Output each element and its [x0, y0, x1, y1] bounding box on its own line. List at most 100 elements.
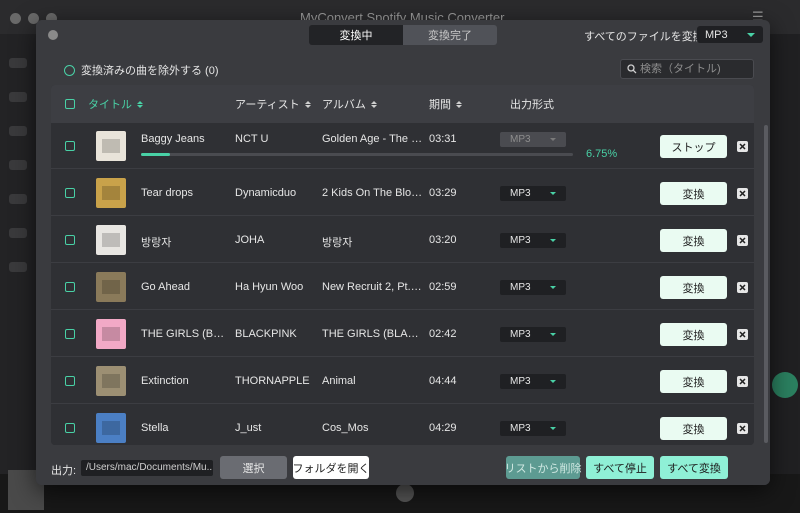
- column-header-format: 出力形式: [510, 99, 554, 111]
- remove-row-button[interactable]: [737, 141, 748, 152]
- background-play-icon: [396, 484, 414, 502]
- convert-button[interactable]: 変換: [660, 417, 727, 440]
- track-artist: Ha Hyun Woo: [235, 281, 304, 293]
- remove-row-button[interactable]: [737, 282, 748, 293]
- convert-all-button[interactable]: すべて変換: [660, 456, 728, 479]
- column-header-title[interactable]: タイトル: [88, 85, 143, 123]
- track-title: Extinction: [141, 375, 189, 387]
- table-row: Stella J_ust Cos_Mos 04:29 MP3 変換: [51, 405, 754, 445]
- track-duration: 03:31: [429, 133, 457, 145]
- row-checkbox[interactable]: [65, 376, 75, 386]
- search-box[interactable]: [620, 59, 754, 79]
- output-format-select[interactable]: MP3: [500, 280, 566, 295]
- track-artist: THORNAPPLE: [235, 375, 310, 387]
- dialog-close-icon[interactable]: [48, 30, 58, 40]
- row-checkbox[interactable]: [65, 141, 75, 151]
- convert-button[interactable]: 変換: [660, 182, 727, 205]
- remove-row-button[interactable]: [737, 188, 748, 199]
- track-album: THE GIRLS (BLACKPI...: [322, 328, 424, 340]
- track-duration: 02:59: [429, 281, 457, 293]
- stop-all-button[interactable]: すべて停止: [586, 456, 654, 479]
- row-checkbox[interactable]: [65, 188, 75, 198]
- track-title: Baggy Jeans: [141, 133, 205, 145]
- chevron-down-icon: [550, 286, 556, 289]
- output-format-value: MP3: [510, 134, 531, 145]
- output-format-select[interactable]: MP3: [500, 233, 566, 248]
- close-icon: [739, 378, 746, 385]
- output-format-value: MP3: [510, 376, 531, 387]
- chevron-down-icon: [550, 427, 556, 430]
- remove-row-button[interactable]: [737, 423, 748, 434]
- track-album: New Recruit 2, Pt. 1 (...: [322, 281, 424, 293]
- exclude-converted-radio[interactable]: [64, 64, 75, 76]
- album-art-image: [96, 413, 126, 443]
- output-format-select[interactable]: MP3: [500, 327, 566, 342]
- row-checkbox[interactable]: [65, 423, 75, 433]
- track-title: THE GIRLS (BLACK...: [141, 328, 229, 340]
- select-all-checkbox[interactable]: [65, 99, 75, 109]
- output-format-value: MP3: [510, 329, 531, 340]
- track-title: Tear drops: [141, 187, 193, 199]
- tab-converted[interactable]: 変換完了: [403, 25, 497, 45]
- output-format-value: MP3: [510, 188, 531, 199]
- conversion-progress-bar: [141, 153, 573, 156]
- exclude-converted-option[interactable]: 変換済みの曲を除外する (0): [64, 62, 219, 78]
- output-format-select[interactable]: MP3: [500, 374, 566, 389]
- chevron-down-icon: [550, 192, 556, 195]
- output-format-select[interactable]: MP3: [500, 186, 566, 201]
- track-artist: BLACKPINK: [235, 328, 297, 340]
- column-header-album[interactable]: アルバム: [322, 85, 377, 123]
- select-all-checkbox-cell[interactable]: [65, 85, 75, 123]
- row-checkbox[interactable]: [65, 282, 75, 292]
- row-checkbox[interactable]: [65, 329, 75, 339]
- convert-button[interactable]: 変換: [660, 323, 727, 346]
- table-scrollbar[interactable]: [764, 125, 768, 443]
- convert-button[interactable]: 変換: [660, 370, 727, 393]
- table-row: Tear drops Dynamicduo 2 Kids On The Block …: [51, 170, 754, 216]
- convert-button[interactable]: 変換: [660, 229, 727, 252]
- output-format-value: MP3: [510, 282, 531, 293]
- column-header-duration-label: 期間: [429, 99, 451, 111]
- table-row: 방랑자 JOHA 방랑자 03:20 MP3 変換: [51, 217, 754, 263]
- convert-all-format-select[interactable]: MP3: [697, 26, 763, 43]
- stop-button[interactable]: ストップ: [660, 135, 727, 158]
- album-art-image: [96, 366, 126, 396]
- search-icon: [627, 64, 637, 74]
- chevron-down-icon: [550, 380, 556, 383]
- track-title: 방랑자: [141, 237, 172, 249]
- close-icon: [739, 425, 746, 432]
- remove-row-button[interactable]: [737, 235, 748, 246]
- background-sidebar: [0, 34, 36, 474]
- album-art: [96, 131, 126, 161]
- remove-row-button[interactable]: [737, 329, 748, 340]
- track-duration: 02:42: [429, 328, 457, 340]
- track-duration: 04:29: [429, 422, 457, 434]
- table-header: タイトル アーティスト アルバム 期間 出力形式: [51, 85, 754, 123]
- open-folder-button[interactable]: フォルダを開く: [293, 456, 370, 479]
- column-header-album-label: アルバム: [322, 99, 366, 111]
- chevron-down-icon: [550, 333, 556, 336]
- row-checkbox[interactable]: [65, 235, 75, 245]
- output-path-field[interactable]: /Users/mac/Documents/Mu...: [81, 460, 213, 476]
- column-header-artist[interactable]: アーティスト: [235, 85, 311, 123]
- track-table: タイトル アーティスト アルバム 期間 出力形式 Baggy Jeans NCT …: [51, 85, 754, 445]
- column-header-artist-label: アーティスト: [235, 99, 300, 111]
- track-artist: JOHA: [235, 234, 265, 246]
- table-row: Baggy Jeans NCT U Golden Age - The 4th ...…: [51, 123, 754, 169]
- close-icon: [739, 237, 746, 244]
- album-art-image: [96, 131, 126, 161]
- remove-row-button[interactable]: [737, 376, 748, 387]
- convert-button[interactable]: 変換: [660, 276, 727, 299]
- track-album: Golden Age - The 4th ...: [322, 133, 424, 145]
- track-album: 방랑자: [322, 237, 353, 249]
- conversion-dialog: 変換中 変換完了 すべてのファイルを変換: MP3 変換済みの曲を除外する (0…: [36, 20, 770, 485]
- search-input[interactable]: [640, 63, 750, 75]
- track-album: Animal: [322, 375, 356, 387]
- remove-from-list-button[interactable]: リストから削除: [505, 456, 582, 479]
- track-title: Stella: [141, 422, 169, 434]
- tab-converting[interactable]: 変換中: [309, 25, 403, 45]
- sort-icon: [370, 100, 377, 108]
- output-format-select[interactable]: MP3: [500, 421, 566, 436]
- column-header-duration[interactable]: 期間: [429, 85, 462, 123]
- select-output-button[interactable]: 選択: [220, 456, 287, 479]
